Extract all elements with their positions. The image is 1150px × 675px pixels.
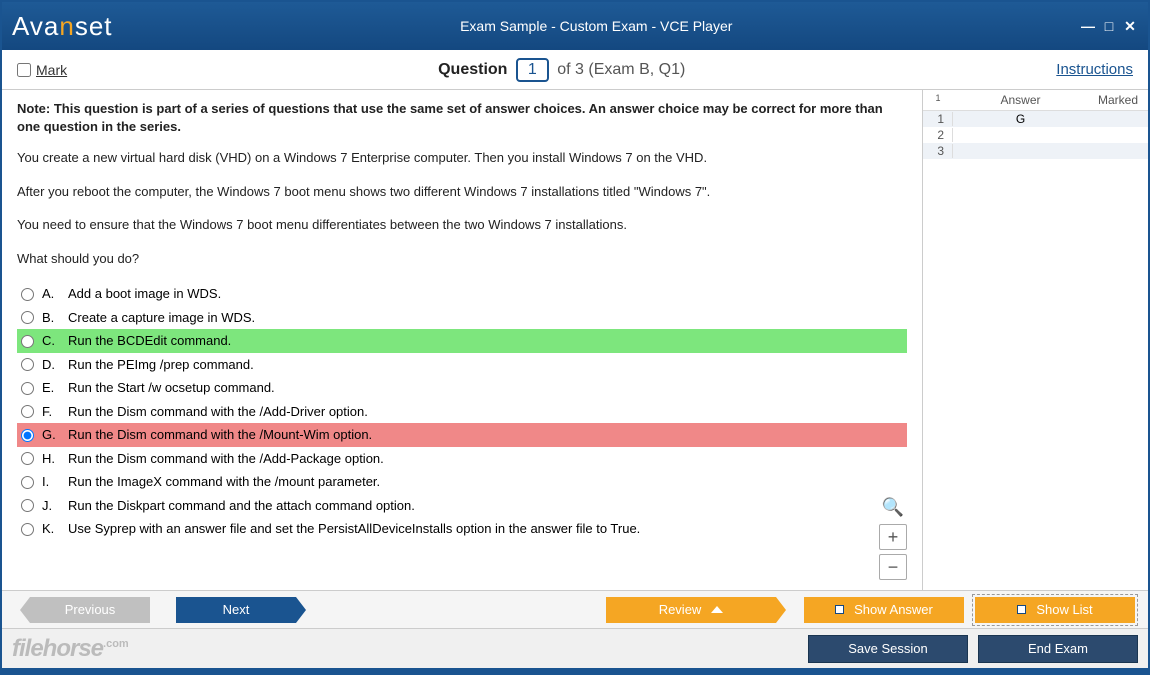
next-button[interactable]: Next <box>176 597 296 623</box>
choice-row[interactable]: H. Run the Dism command with the /Add-Pac… <box>17 447 907 471</box>
choice-text: Run the Dism command with the /Add-Packa… <box>68 449 384 469</box>
choice-text: Use Syprep with an answer file and set t… <box>68 519 640 539</box>
choice-radio[interactable] <box>21 311 34 324</box>
zoom-in-button[interactable]: + <box>879 524 907 550</box>
question-p4: What should you do? <box>17 249 907 269</box>
instructions-link[interactable]: Instructions <box>1056 61 1133 78</box>
side-row[interactable]: 3 <box>923 143 1148 159</box>
choice-row[interactable]: I. Run the ImageX command with the /mount… <box>17 470 907 494</box>
choice-text: Run the ImageX command with the /mount p… <box>68 472 380 492</box>
choice-radio[interactable] <box>21 476 34 489</box>
choice-row[interactable]: K. Use Syprep with an answer file and set… <box>17 517 907 541</box>
close-icon[interactable]: ✕ <box>1122 18 1138 35</box>
save-session-button[interactable]: Save Session <box>808 635 968 663</box>
side-row[interactable]: 2 <box>923 127 1148 143</box>
choice-radio[interactable] <box>21 405 34 418</box>
choice-row[interactable]: J. Run the Diskpart command and the attac… <box>17 494 907 518</box>
choice-text: Run the Dism command with the /Mount-Wim… <box>68 425 372 445</box>
choice-letter: D. <box>42 355 60 375</box>
choice-row[interactable]: A. Add a boot image in WDS. <box>17 282 907 306</box>
choice-radio[interactable] <box>21 499 34 512</box>
choice-text: Add a boot image in WDS. <box>68 284 221 304</box>
choice-radio[interactable] <box>21 335 34 348</box>
choice-letter: J. <box>42 496 60 516</box>
question-counter: Question 1 of 3 (Exam B, Q1) <box>67 58 1056 82</box>
choice-row[interactable]: C. Run the BCDEdit command. <box>17 329 907 353</box>
choice-row[interactable]: E. Run the Start /w ocsetup command. <box>17 376 907 400</box>
question-header-bar: Mark Question 1 of 3 (Exam B, Q1) Instru… <box>2 50 1148 90</box>
show-list-button[interactable]: Show List <box>975 597 1135 623</box>
magnifier-icon[interactable]: 🔍 <box>882 497 904 518</box>
previous-button[interactable]: Previous <box>30 597 150 623</box>
choice-radio[interactable] <box>21 382 34 395</box>
choice-radio[interactable] <box>21 358 34 371</box>
review-button[interactable]: Review <box>606 597 776 623</box>
window-controls: — □ ✕ <box>1080 18 1138 35</box>
choice-radio[interactable] <box>21 452 34 465</box>
mark-checkbox[interactable] <box>17 63 31 77</box>
question-p2: After you reboot the computer, the Windo… <box>17 182 907 202</box>
app-logo: Avanset <box>12 11 113 42</box>
window-title: Exam Sample - Custom Exam - VCE Player <box>113 18 1081 34</box>
choice-text: Run the Start /w ocsetup command. <box>68 378 275 398</box>
choice-text: Run the Dism command with the /Add-Drive… <box>68 402 368 422</box>
choice-text: Run the PEImg /prep command. <box>68 355 254 375</box>
choice-text: Run the Diskpart command and the attach … <box>68 496 415 516</box>
zoom-out-button[interactable]: − <box>879 554 907 580</box>
choice-row[interactable]: G. Run the Dism command with the /Mount-W… <box>17 423 907 447</box>
mark-label[interactable]: Mark <box>36 62 67 78</box>
minimize-icon[interactable]: — <box>1080 18 1096 35</box>
bottom-bar: filehorse.com Save Session End Exam <box>2 628 1148 668</box>
maximize-icon[interactable]: □ <box>1101 18 1117 35</box>
choice-letter: G. <box>42 425 60 445</box>
choice-letter: E. <box>42 378 60 398</box>
filehorse-watermark: filehorse.com <box>12 635 129 663</box>
side-header: 1 Answer Marked <box>923 90 1148 111</box>
choice-letter: H. <box>42 449 60 469</box>
navigation-bar: Previous Next Review Show Answer Show Li… <box>2 590 1148 628</box>
choice-row[interactable]: F. Run the Dism command with the /Add-Dri… <box>17 400 907 424</box>
choice-row[interactable]: B. Create a capture image in WDS. <box>17 306 907 330</box>
question-note: Note: This question is part of a series … <box>17 100 907 136</box>
square-icon <box>1017 605 1026 614</box>
choice-letter: A. <box>42 284 60 304</box>
square-icon <box>835 605 844 614</box>
question-p1: You create a new virtual hard disk (VHD)… <box>17 148 907 168</box>
answer-choices-list: A. Add a boot image in WDS. B. Create a cap… <box>17 282 907 541</box>
question-content-pane: Note: This question is part of a series … <box>2 90 923 590</box>
choice-radio[interactable] <box>21 429 34 442</box>
choice-text: Run the BCDEdit command. <box>68 331 231 351</box>
choice-letter: B. <box>42 308 60 328</box>
choice-letter: K. <box>42 519 60 539</box>
end-exam-button[interactable]: End Exam <box>978 635 1138 663</box>
choice-radio[interactable] <box>21 523 34 536</box>
choice-letter: C. <box>42 331 60 351</box>
title-bar: Avanset Exam Sample - Custom Exam - VCE … <box>2 2 1148 50</box>
choice-text: Create a capture image in WDS. <box>68 308 255 328</box>
triangle-up-icon <box>711 606 723 613</box>
choice-letter: F. <box>42 402 60 422</box>
choice-row[interactable]: D. Run the PEImg /prep command. <box>17 353 907 377</box>
show-answer-button[interactable]: Show Answer <box>804 597 964 623</box>
question-number-input[interactable]: 1 <box>516 58 549 82</box>
choice-radio[interactable] <box>21 288 34 301</box>
side-row[interactable]: 1G <box>923 111 1148 127</box>
choice-letter: I. <box>42 472 60 492</box>
question-list-pane: 1 Answer Marked 1G23 <box>923 90 1148 590</box>
question-p3: You need to ensure that the Windows 7 bo… <box>17 215 907 235</box>
